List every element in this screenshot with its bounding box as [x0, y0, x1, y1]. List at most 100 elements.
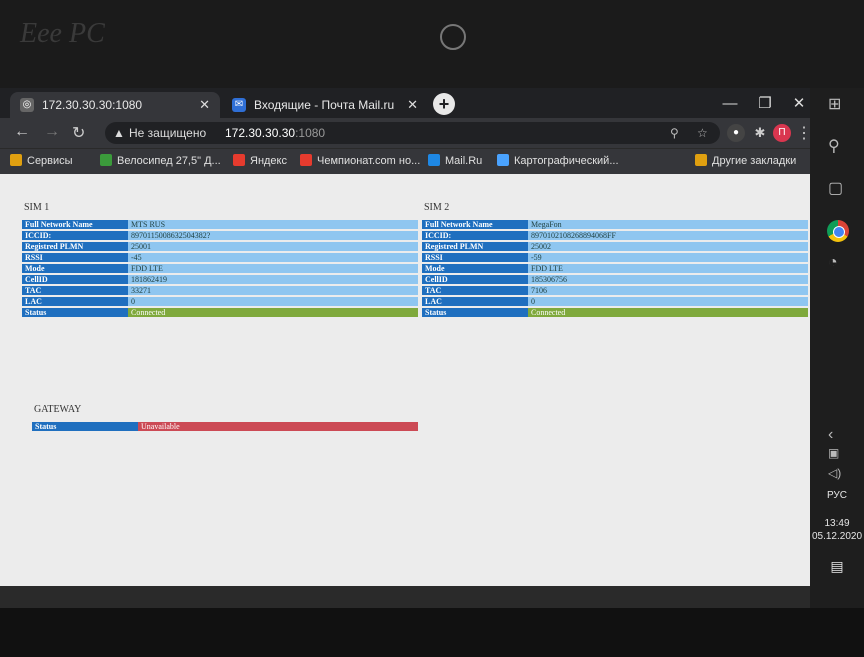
bookmark-yandex[interactable]: Яндекс: [233, 154, 287, 167]
search-icon[interactable]: ⚲: [670, 122, 679, 144]
row-label: Status: [422, 308, 528, 317]
bookmark-services[interactable]: Сервисы: [10, 154, 73, 167]
chrome-icon[interactable]: [827, 220, 849, 242]
row-value: 7106: [528, 286, 808, 295]
row-label: Full Network Name: [422, 220, 528, 229]
back-icon[interactable]: ←: [14, 123, 30, 141]
profile-avatar[interactable]: П: [773, 124, 791, 142]
info-row: Registred PLMN 25002: [422, 242, 808, 251]
tab-mail[interactable]: ✉ Входящие - Почта Mail.ru ✕: [222, 92, 428, 118]
row-value: 0: [128, 297, 418, 306]
row-label: Registred PLMN: [22, 242, 128, 251]
info-row: Status Connected: [22, 308, 418, 317]
forward-icon[interactable]: →: [44, 123, 60, 141]
network-icon[interactable]: ▣: [828, 446, 839, 460]
row-value: Connected: [528, 308, 808, 317]
address-bar: ← → ↻ ▲ Не защищено 172.30.30.30:1080 ⚲ …: [0, 118, 812, 148]
bookmark-other[interactable]: Другие закладки: [695, 154, 796, 167]
close-tab-icon[interactable]: ✕: [199, 97, 210, 113]
bookmark-bicycle[interactable]: Велосипед 27,5" Д...: [100, 154, 221, 167]
clock-time[interactable]: 13:49: [810, 518, 864, 529]
sim1-title: SIM 1: [24, 202, 50, 213]
row-label: TAC: [422, 286, 528, 295]
info-row: LAC 0: [22, 297, 418, 306]
screen: ◎ 172.30.30.30:1080 ✕ ✉ Входящие - Почта…: [0, 88, 864, 608]
webcam: [440, 24, 466, 50]
row-value: MegaFon: [528, 220, 808, 229]
speedometer-icon[interactable]: ◔: [828, 254, 838, 272]
minimize-button[interactable]: —: [713, 92, 747, 116]
puzzle-icon[interactable]: ✱: [751, 124, 769, 142]
info-row: Full Network Name MegaFon: [422, 220, 808, 229]
gateway-title: GATEWAY: [34, 404, 82, 415]
bookmark-label: Mail.Ru: [445, 155, 483, 167]
row-value: FDD LTE: [528, 264, 808, 273]
search-icon[interactable]: ⚲: [828, 136, 840, 156]
bookmark-mailru[interactable]: Mail.Ru: [428, 154, 482, 167]
bookmark-label: Сервисы: [27, 155, 73, 167]
tab-label: 172.30.30.30:1080: [42, 98, 143, 112]
volume-icon[interactable]: ◁): [828, 466, 841, 480]
bookmark-championat[interactable]: Чемпионат.com но...: [300, 154, 420, 167]
url-input[interactable]: ▲ Не защищено 172.30.30.30:1080 ⚲ ☆: [105, 122, 720, 144]
row-value: FDD LTE: [128, 264, 418, 273]
info-row: TAC 7106: [422, 286, 808, 295]
info-row: RSSI -59: [422, 253, 808, 262]
url-port: :1080: [295, 126, 326, 140]
apps-icon: [10, 154, 22, 166]
url-text: 172.30.30.30:1080: [225, 122, 325, 144]
language-indicator[interactable]: РУС: [810, 490, 864, 501]
row-value: 33271: [128, 286, 418, 295]
clock-date[interactable]: 05.12.2020: [810, 531, 864, 542]
row-label: Status: [32, 422, 138, 431]
sim2-title: SIM 2: [424, 202, 450, 213]
tab-bar: ◎ 172.30.30.30:1080 ✕ ✉ Входящие - Почта…: [0, 88, 810, 118]
info-row: CellID 181862419: [22, 275, 418, 284]
row-value: 8970102108268894068FF: [528, 231, 808, 240]
row-value: 25001: [128, 242, 418, 251]
row-label: CellID: [422, 275, 528, 284]
tab-router-page[interactable]: ◎ 172.30.30.30:1080 ✕: [10, 92, 220, 118]
router-status-page: SIM 1 Full Network Name MTS RUS ICCID: 8970…: [0, 174, 810, 586]
folder-icon: [695, 154, 707, 166]
extension-icon[interactable]: ●: [727, 124, 745, 142]
task-view-icon[interactable]: ▢: [828, 178, 843, 198]
row-value: Connected: [128, 308, 418, 317]
maximize-button[interactable]: ❐: [748, 92, 782, 116]
chevron-left-icon[interactable]: ‹: [828, 426, 833, 444]
row-label: RSSI: [422, 253, 528, 262]
row-label: Mode: [22, 264, 128, 273]
bookmark-map[interactable]: Картографический...: [497, 154, 619, 167]
row-value: Unavailable: [138, 422, 418, 431]
sim1-table: Full Network Name MTS RUS ICCID: 8970115008…: [22, 218, 418, 319]
row-label: TAC: [22, 286, 128, 295]
row-value: -45: [128, 253, 418, 262]
windows-start-icon[interactable]: ⊞: [828, 94, 841, 114]
row-label: RSSI: [22, 253, 128, 262]
bookmark-label: Велосипед 27,5" Д...: [117, 155, 221, 167]
map-icon: [497, 154, 509, 166]
gateway-table: Status Unavailable: [32, 420, 418, 433]
row-label: Full Network Name: [22, 220, 128, 229]
star-icon[interactable]: ☆: [697, 122, 708, 144]
sim2-table: Full Network Name MegaFon ICCID: 8970102108…: [422, 218, 808, 319]
row-value: -59: [528, 253, 808, 262]
row-label: CellID: [22, 275, 128, 284]
row-value: 8970115008632504382?: [128, 231, 418, 240]
globe-icon: ◎: [20, 98, 34, 112]
bookmark-label: Яндекс: [250, 155, 287, 167]
warning-icon: ▲: [113, 126, 125, 140]
close-tab-icon[interactable]: ✕: [407, 97, 418, 113]
bookmark-label: Другие закладки: [712, 155, 797, 167]
laptop-brand-logo: Eee PC: [20, 18, 105, 49]
info-row: Registred PLMN 25001: [22, 242, 418, 251]
info-row: Status Connected: [422, 308, 808, 317]
bookmarks-bar: Сервисы Велосипед 27,5" Д... Яндекс Чемп…: [0, 148, 810, 175]
reload-icon[interactable]: ↻: [72, 123, 85, 143]
notifications-icon[interactable]: ▤: [810, 558, 864, 575]
info-row: Mode FDD LTE: [22, 264, 418, 273]
tab-label: Входящие - Почта Mail.ru: [254, 98, 395, 112]
row-label: LAC: [422, 297, 528, 306]
info-row: TAC 33271: [22, 286, 418, 295]
new-tab-button[interactable]: +: [433, 93, 455, 115]
